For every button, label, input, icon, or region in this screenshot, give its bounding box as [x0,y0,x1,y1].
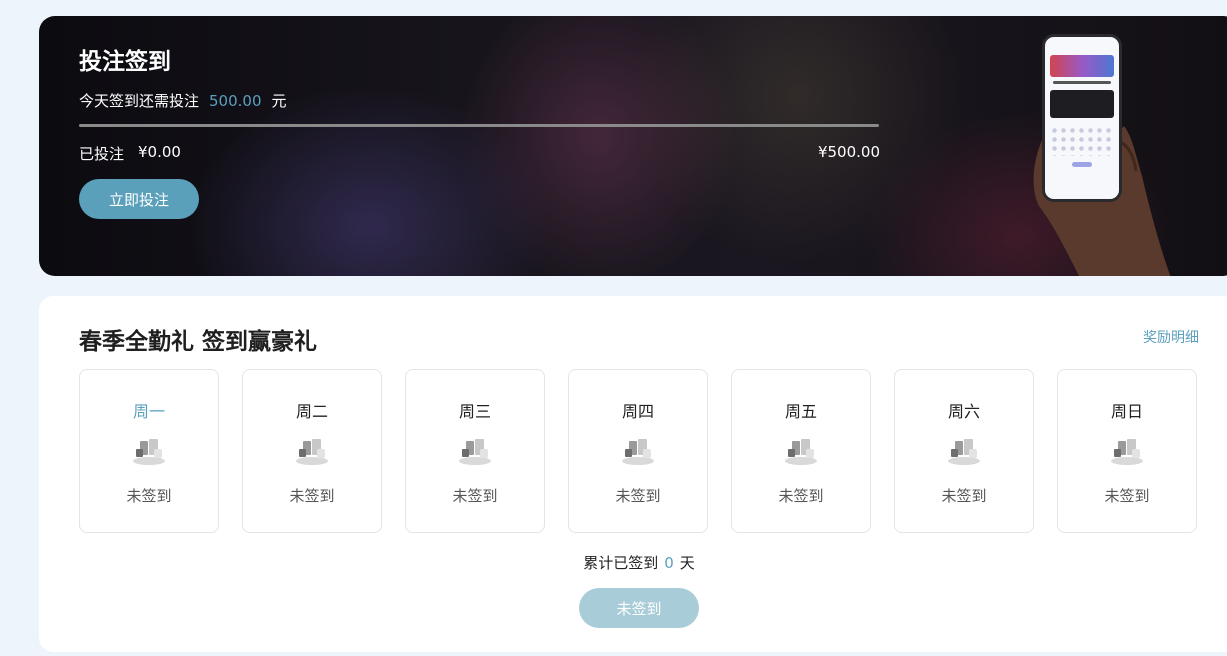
gift-products-icon [296,439,328,465]
gift-products-icon [948,439,980,465]
target-amount: ¥500.00 [817,143,880,161]
bet-amount-row: 已投注 ¥0.00 [79,143,181,164]
day-status: 未签到 [289,487,335,505]
day-card-mon[interactable]: 周一 未签到 [79,369,219,533]
day-status: 未签到 [778,487,824,505]
day-label: 周四 [621,402,654,421]
bet-progress-bar [79,124,879,127]
gift-products-icon [1111,439,1143,465]
total-signin-days: 累计已签到 0 天 [39,552,1227,573]
required-bet-row: 今天签到还需投注 500.00 元 [79,90,287,111]
bet-amount: ¥0.00 [138,143,181,161]
day-status: 未签到 [126,487,172,505]
day-label: 周六 [947,402,980,421]
bet-signin-banner: 投注签到 今天签到还需投注 500.00 元 已投注 ¥0.00 ¥500.00… [39,16,1227,276]
gift-products-icon [459,439,491,465]
phone-screen-icon [1042,34,1122,202]
day-label: 周二 [295,402,328,421]
day-card-tue[interactable]: 周二 未签到 [242,369,382,533]
day-card-thu[interactable]: 周四 未签到 [568,369,708,533]
signin-card: 春季全勤礼 签到赢豪礼 奖励明细 周一 未签到 周二 未签到 周三 未签到 周四… [39,296,1227,652]
day-status: 未签到 [452,487,498,505]
day-status: 未签到 [615,487,661,505]
day-label: 周三 [458,402,491,421]
weekday-list: 周一 未签到 周二 未签到 周三 未签到 周四 未签到 周五 未签到 周六 未签… [79,369,1197,533]
gift-products-icon [785,439,817,465]
total-unit: 天 [679,554,695,572]
day-status: 未签到 [1104,487,1150,505]
day-status: 未签到 [941,487,987,505]
gift-products-icon [133,439,165,465]
required-bet-prefix: 今天签到还需投注 [79,92,200,110]
signin-button[interactable]: 未签到 [579,588,699,628]
day-label: 周五 [784,402,817,421]
banner-title: 投注签到 [79,49,171,75]
day-card-wed[interactable]: 周三 未签到 [405,369,545,533]
total-prefix: 累计已签到 [583,554,659,572]
bet-label: 已投注 [79,145,125,163]
day-card-sat[interactable]: 周六 未签到 [894,369,1034,533]
gift-products-icon [622,439,654,465]
day-card-fri[interactable]: 周五 未签到 [731,369,871,533]
reward-details-link[interactable]: 奖励明细 [1143,327,1199,347]
day-label: 周日 [1110,402,1143,421]
day-label: 周一 [132,402,165,421]
day-card-sun[interactable]: 周日 未签到 [1057,369,1197,533]
total-count: 0 [664,554,674,572]
required-bet-amount: 500.00 [209,92,262,110]
phone-illustration [1024,26,1184,276]
bet-now-button[interactable]: 立即投注 [79,179,199,219]
required-bet-unit: 元 [271,92,287,110]
signin-title: 春季全勤礼 签到赢豪礼 [79,329,318,355]
